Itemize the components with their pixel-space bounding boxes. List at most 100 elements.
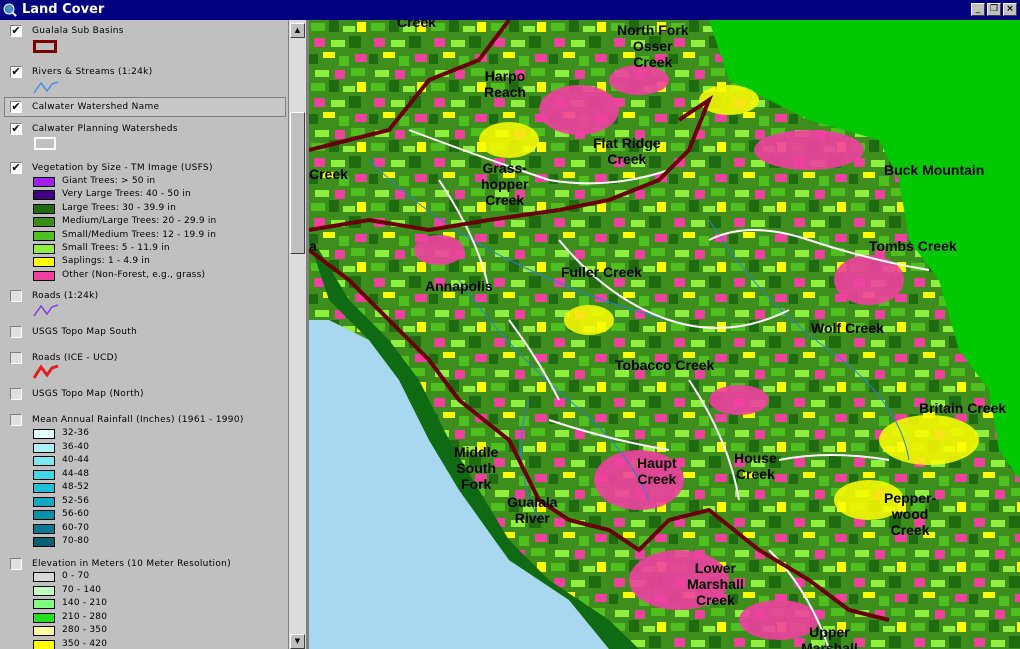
watershed-label: Flat Ridge Creek xyxy=(593,135,661,167)
river-line-icon xyxy=(33,81,59,94)
planning-watershed-swatch xyxy=(34,137,56,150)
vegetation-swatch xyxy=(33,270,55,281)
layer-name-topo-south[interactable]: USGS Topo Map South xyxy=(32,327,137,337)
vegetation-class-label: Medium/Large Trees: 20 - 29.9 in xyxy=(62,216,217,227)
map-view[interactable]: Creek North Fork Osser Creek Harpo Reach Fl… xyxy=(309,20,1020,649)
vegetation-swatch xyxy=(33,203,55,214)
layer-checkbox-elevation[interactable] xyxy=(10,558,22,570)
rainfall-class-label: 70-80 xyxy=(62,536,90,546)
rainfall-swatch xyxy=(33,496,55,507)
watershed-label: Britain Creek xyxy=(919,400,1007,416)
legend-panel: ✔ Gualala Sub Basins ✔ Rivers & Streams … xyxy=(0,20,288,649)
elevation-class-label: 350 - 420 xyxy=(62,638,108,649)
rainfall-class-label: 36-40 xyxy=(62,441,90,452)
rainfall-swatch xyxy=(33,537,55,547)
watershed-label: Haupt Creek xyxy=(637,455,677,487)
legend-scrollbar[interactable]: ▲ ▼ xyxy=(288,20,306,649)
watershed-label: Annapolis xyxy=(425,278,493,294)
layer-name-roads-24k[interactable]: Roads (1:24k) xyxy=(32,291,98,301)
rainfall-class-label: 48-52 xyxy=(62,482,90,492)
watershed-label: Creek xyxy=(397,20,436,30)
vegetation-class-label: Saplings: 1 - 4.9 in xyxy=(62,256,151,267)
layer-checkbox-sub-basins[interactable]: ✔ xyxy=(10,25,22,37)
watershed-label: Lower Marshall Creek xyxy=(687,560,744,608)
watershed-label: Creek xyxy=(309,166,348,182)
elevation-swatch xyxy=(33,585,55,596)
layer-checkbox-topo-north[interactable] xyxy=(10,388,22,400)
watershed-label: Tombs Creek xyxy=(869,238,957,254)
vegetation-class-label: Giant Trees: > 50 in xyxy=(62,176,156,186)
rainfall-class-label: 44-48 xyxy=(62,468,90,479)
scroll-thumb[interactable] xyxy=(290,112,305,254)
restore-button[interactable]: ❐ xyxy=(987,3,1001,16)
vegetation-class-label: Small/Medium Trees: 12 - 19.9 in xyxy=(62,229,217,240)
rainfall-swatch xyxy=(33,429,55,439)
watershed-label: Fuller Creek xyxy=(561,264,642,280)
watershed-label: Buck Mountain xyxy=(884,162,985,178)
window-title: Land Cover xyxy=(22,2,105,17)
elevation-class-label: 280 - 350 xyxy=(62,625,108,635)
vegetation-swatch xyxy=(33,217,55,228)
layer-checkbox-rainfall[interactable] xyxy=(10,414,22,426)
vegetation-swatch xyxy=(33,177,55,187)
sub-basins-swatch xyxy=(33,40,57,53)
layer-name-rainfall[interactable]: Mean Annual Rainfall (Inches) (1961 - 19… xyxy=(32,415,244,425)
road-ice-line-icon xyxy=(33,364,59,379)
layer-name-roads-ice[interactable]: Roads (ICE - UCD) xyxy=(32,353,118,363)
layer-name-vegetation[interactable]: Vegetation by Size - TM Image (USFS) xyxy=(32,163,213,173)
rainfall-swatch xyxy=(33,456,55,466)
vegetation-swatch xyxy=(33,244,55,254)
vegetation-swatch xyxy=(33,257,55,268)
watershed-label: North Fork Osser Creek xyxy=(617,22,689,70)
layer-checkbox-rivers[interactable]: ✔ xyxy=(10,66,22,78)
vegetation-class-label: Small Trees: 5 - 11.9 in xyxy=(62,243,170,253)
elevation-swatch xyxy=(33,639,55,649)
layer-name-calwater-planning[interactable]: Calwater Planning Watersheds xyxy=(32,124,178,134)
layer-checkbox-calwater-planning[interactable]: ✔ xyxy=(10,123,22,135)
elevation-swatch xyxy=(33,626,55,636)
minimize-button[interactable]: _ xyxy=(971,3,985,16)
elevation-class-label: 0 - 70 xyxy=(62,571,90,581)
rainfall-swatch xyxy=(33,442,55,453)
watershed-label: Tobacco Creek xyxy=(615,357,715,373)
vegetation-class-label: Very Large Trees: 40 - 50 in xyxy=(62,189,191,200)
rainfall-swatch xyxy=(33,510,55,520)
elevation-swatch xyxy=(33,572,55,582)
layer-name-calwater-name[interactable]: Calwater Watershed Name xyxy=(32,102,159,112)
close-button[interactable]: × xyxy=(1003,3,1017,16)
scroll-up-button[interactable]: ▲ xyxy=(290,23,305,38)
land-cover-map[interactable] xyxy=(309,20,1020,649)
watershed-label: Pepper- wood Creek xyxy=(884,490,937,538)
watershed-label: Grass- hopper Creek xyxy=(481,160,529,208)
road-line-icon xyxy=(33,304,59,317)
layer-name-rivers[interactable]: Rivers & Streams (1:24k) xyxy=(32,67,153,77)
rainfall-class-label: 52-56 xyxy=(62,495,90,506)
vegetation-swatch xyxy=(33,230,55,241)
layer-checkbox-roads-24k[interactable] xyxy=(10,290,22,302)
layer-name-elevation[interactable]: Elevation in Meters (10 Meter Resolution… xyxy=(32,559,231,569)
vegetation-class-label: Other (Non-Forest, e.g., grass) xyxy=(62,269,206,280)
window-title-bar[interactable]: Land Cover _ ❐ × xyxy=(0,0,1020,20)
rainfall-class-label: 32-36 xyxy=(62,428,90,438)
layer-name-sub-basins[interactable]: Gualala Sub Basins xyxy=(32,26,124,36)
rainfall-swatch xyxy=(33,469,55,480)
watershed-label: Middle South Fork xyxy=(454,444,499,492)
watershed-label: a xyxy=(309,238,317,254)
rainfall-class-label: 60-70 xyxy=(62,522,90,533)
elevation-class-label: 140 - 210 xyxy=(62,598,108,608)
layer-name-topo-north[interactable]: USGS Topo Map (North) xyxy=(32,389,144,399)
elevation-swatch xyxy=(33,599,55,609)
layer-checkbox-vegetation[interactable]: ✔ xyxy=(10,162,22,174)
layer-checkbox-calwater-name[interactable]: ✔ xyxy=(10,101,22,113)
app-icon xyxy=(3,3,17,17)
elevation-swatch xyxy=(33,612,55,623)
watershed-label: House Creek xyxy=(734,450,777,482)
watershed-label: Harpo Reach xyxy=(484,68,527,100)
rainfall-class-label: 40-44 xyxy=(62,455,90,465)
elevation-class-label: 70 - 140 xyxy=(62,584,102,595)
elevation-class-label: 210 - 280 xyxy=(62,611,108,622)
layer-checkbox-roads-ice[interactable] xyxy=(10,352,22,364)
layer-checkbox-topo-south[interactable] xyxy=(10,326,22,338)
vegetation-class-label: Large Trees: 30 - 39.9 in xyxy=(62,202,177,213)
scroll-down-button[interactable]: ▼ xyxy=(290,634,305,649)
